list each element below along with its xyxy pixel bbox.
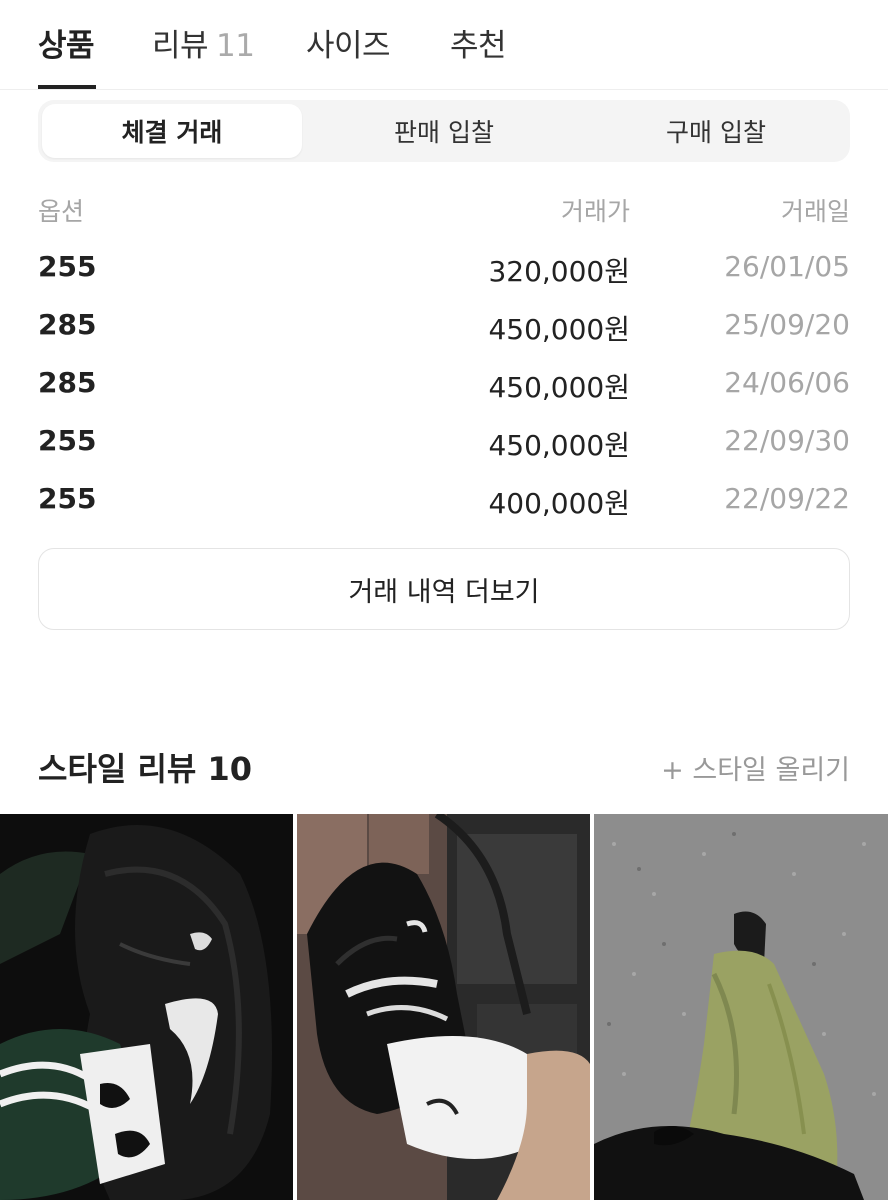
table-row: 285 450,000원 25/09/20 bbox=[0, 308, 888, 352]
style-photo-1[interactable] bbox=[0, 814, 293, 1200]
segment-sell-bids[interactable]: 판매 입찰 bbox=[314, 104, 574, 158]
header-option: 옵션 bbox=[38, 197, 85, 226]
header-date: 거래일 bbox=[780, 197, 850, 226]
style-review-title: 스타일 리뷰 10 bbox=[38, 750, 253, 788]
table-row: 285 450,000원 24/06/06 bbox=[0, 366, 888, 410]
row-price: 320,000원 bbox=[488, 255, 630, 288]
segment-completed-trades[interactable]: 체결 거래 bbox=[42, 104, 302, 158]
row-option: 285 bbox=[38, 308, 97, 341]
row-price: 450,000원 bbox=[488, 371, 630, 404]
tab-review-label: 리뷰 bbox=[152, 28, 209, 64]
tab-review-count: 11 bbox=[216, 28, 255, 64]
row-price: 450,000원 bbox=[488, 429, 630, 462]
row-option: 255 bbox=[38, 424, 97, 457]
row-option: 255 bbox=[38, 482, 97, 515]
row-option: 255 bbox=[38, 250, 97, 283]
style-photo-1-image bbox=[0, 814, 293, 1200]
trade-type-segment: 체결 거래 판매 입찰 구매 입찰 bbox=[38, 100, 850, 162]
tab-recommend[interactable]: 추천 bbox=[450, 20, 507, 65]
more-trades-button[interactable]: 거래 내역 더보기 bbox=[38, 548, 850, 630]
table-row: 255 400,000원 22/09/22 bbox=[0, 482, 888, 526]
row-date: 25/09/20 bbox=[724, 308, 850, 341]
style-photo-3[interactable] bbox=[594, 814, 888, 1200]
style-photo-2-image bbox=[297, 814, 590, 1200]
tab-recommend-label: 추천 bbox=[450, 28, 507, 64]
tab-size-label: 사이즈 bbox=[306, 28, 391, 64]
tab-review[interactable]: 리뷰 11 bbox=[152, 20, 255, 65]
row-date: 24/06/06 bbox=[724, 366, 850, 399]
tab-product[interactable]: 상품 bbox=[38, 20, 95, 65]
segment-buy-bids[interactable]: 구매 입찰 bbox=[586, 104, 846, 158]
row-date: 22/09/30 bbox=[724, 424, 850, 457]
table-row: 255 450,000원 22/09/30 bbox=[0, 424, 888, 468]
tab-product-label: 상품 bbox=[38, 28, 95, 64]
upload-style-link[interactable]: + 스타일 올리기 bbox=[661, 748, 850, 787]
style-photo-3-image bbox=[594, 814, 888, 1200]
trade-table-header: 옵션 거래가 거래일 bbox=[0, 192, 888, 232]
row-date: 22/09/22 bbox=[724, 482, 850, 515]
style-photo-2[interactable] bbox=[297, 814, 590, 1200]
tab-size[interactable]: 사이즈 bbox=[306, 20, 391, 65]
row-option: 285 bbox=[38, 366, 97, 399]
table-row: 255 320,000원 26/01/05 bbox=[0, 250, 888, 294]
row-price: 450,000원 bbox=[488, 313, 630, 346]
row-date: 26/01/05 bbox=[724, 250, 850, 283]
row-price: 400,000원 bbox=[488, 487, 630, 520]
product-tab-bar: 상품 리뷰 11 사이즈 추천 bbox=[0, 0, 888, 90]
header-price: 거래가 bbox=[560, 197, 630, 226]
active-tab-indicator bbox=[38, 85, 96, 89]
